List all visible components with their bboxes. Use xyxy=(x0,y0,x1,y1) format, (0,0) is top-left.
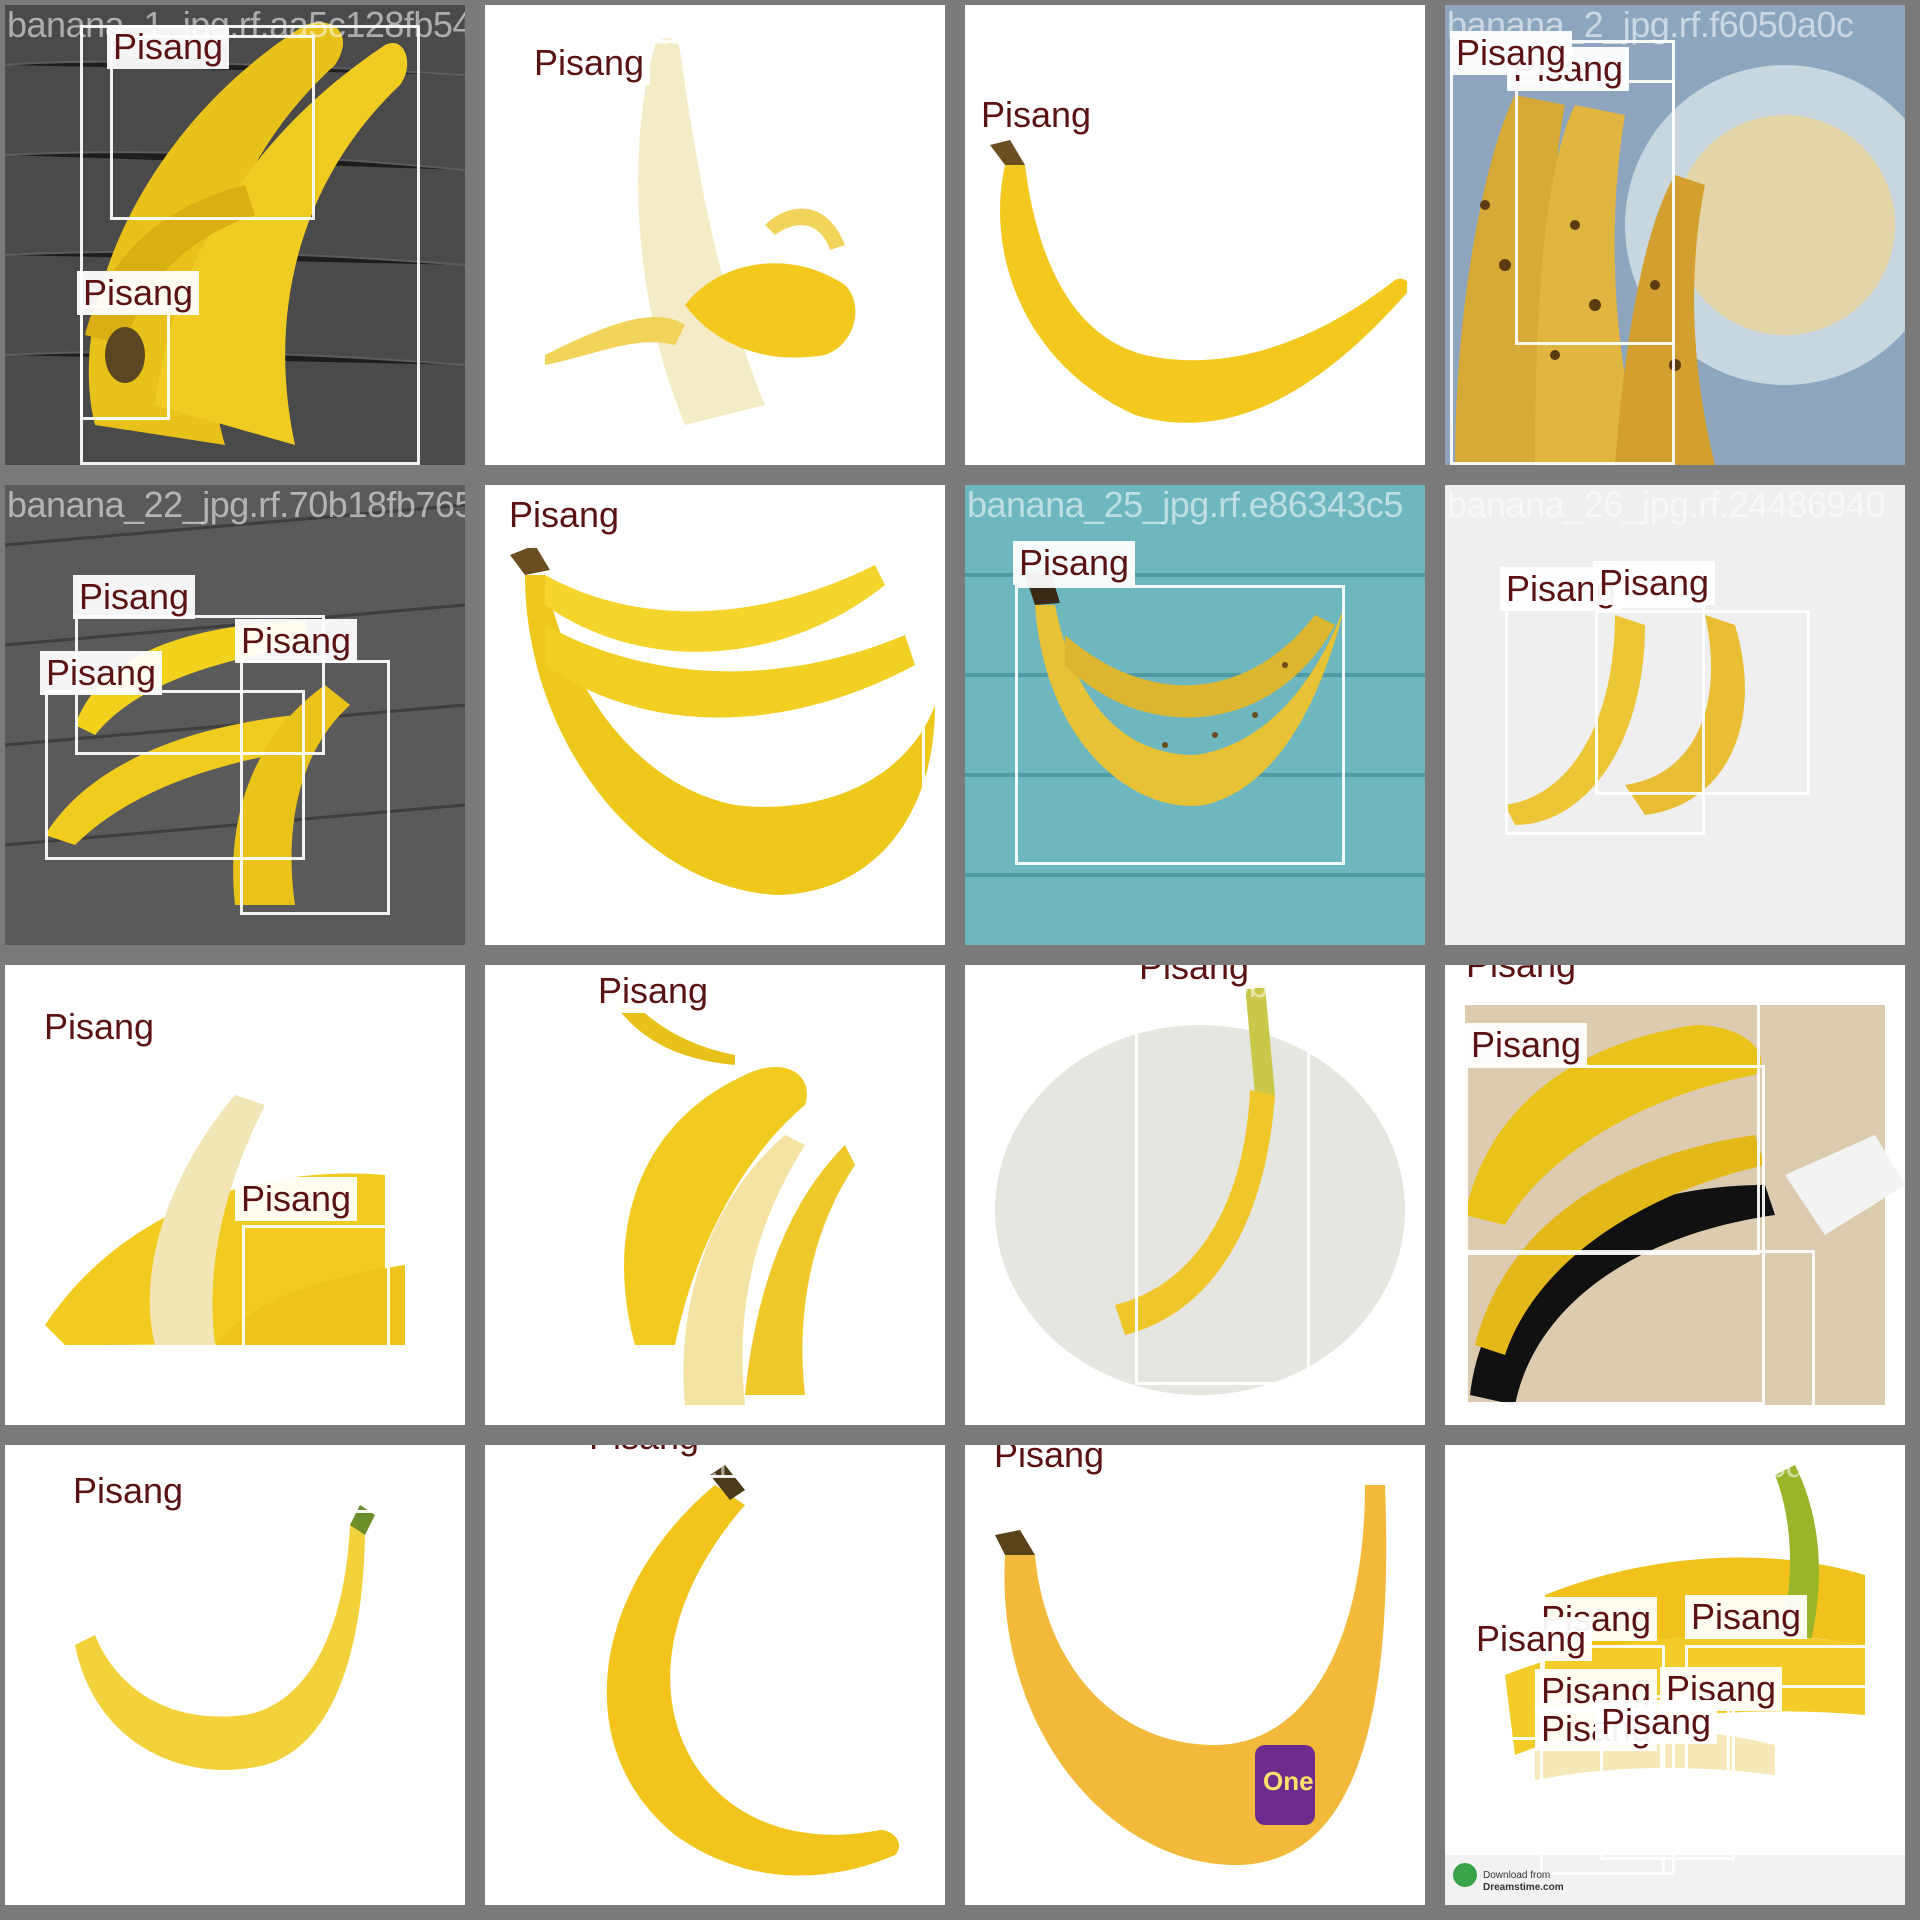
class-label: Pisang xyxy=(38,1005,161,1049)
class-label: Pisang xyxy=(1685,1595,1808,1639)
detection-box xyxy=(1465,1250,1815,1415)
class-label: Pisang xyxy=(592,969,715,1013)
image-filename: banana_1_jpg.rf.a2b389059131ca07ea917713… xyxy=(487,5,945,45)
tile-2: banana_1_jpg.rf.a2b389059131ca07ea917713… xyxy=(485,5,945,465)
detection-box xyxy=(242,1225,465,1415)
class-label: Pisang xyxy=(40,651,163,695)
class-label: Pisang xyxy=(503,493,626,537)
class-label: Pisang xyxy=(107,25,230,69)
class-label: Pisang xyxy=(1593,561,1716,605)
tile-8: banana_26_jpg.rf.24486940 Pisang Pisang xyxy=(1445,485,1905,945)
detection-box xyxy=(980,135,1410,430)
tile-13: banana_39_jpg.rf.d36b292 Pisang xyxy=(5,1445,465,1905)
class-label: Pisang xyxy=(73,575,196,619)
image-filename: banana_5_jpg.rf.200cd079 xyxy=(1447,1445,1864,1485)
image-filename: banana_28_jpg.rf.fabee9f302 xyxy=(487,965,944,1005)
download-line-1: Download from xyxy=(1483,1870,1551,1881)
class-label: Pisang xyxy=(1595,1700,1718,1744)
class-label: Pisang xyxy=(77,271,200,315)
class-label: Pisang xyxy=(235,619,358,663)
tile-9: banana_27_jpg.rf.547cab16 Pisang Pisang xyxy=(5,965,465,1425)
class-label: Pisang xyxy=(1133,965,1256,989)
class-label: Pisang xyxy=(1460,965,1583,987)
tile-6: banana_23_jpg.rf.99977647a Pisang xyxy=(485,485,945,945)
tile-16: banana_5_jpg.rf.200cd079 Pisang Pisang P… xyxy=(1445,1445,1905,1905)
image-filename: banana_22_jpg.rf.70b18fb765 xyxy=(7,485,465,525)
tile-1: banana_1_jpg.rf.aa5c128fb54b712eb3890591… xyxy=(5,5,465,465)
detection-box xyxy=(240,660,390,915)
image-filename: banana_26_jpg.rf.24486940 xyxy=(1447,485,1885,525)
class-label: Pisang xyxy=(1465,1023,1588,1067)
tile-3: banana_18_jpg.rf.ef045967c9f1ef14a4bbe05… xyxy=(965,5,1425,465)
detection-box xyxy=(1515,80,1675,345)
image-filename: banana_25_jpg.rf.e86343c5 xyxy=(967,485,1403,525)
tile-10: banana_28_jpg.rf.fabee9f302 Pisang xyxy=(485,965,945,1425)
detection-box xyxy=(590,1475,910,1895)
tile-5: banana_22_jpg.rf.70b18fb765 Pisang Pisan… xyxy=(5,485,465,945)
tile-11: banana_3_jpg.rf.5b9386cc Pisang xyxy=(965,965,1425,1425)
class-label: Pisang xyxy=(235,1177,358,1221)
detection-box xyxy=(80,305,170,420)
class-label: Pisang xyxy=(988,1445,1111,1477)
detection-box xyxy=(505,545,925,915)
tile-12: banana_30_jpg.rf.8c552bbd Pisang Pisang xyxy=(1445,965,1905,1425)
download-line-2: Dreamstime.com xyxy=(1483,1882,1564,1893)
detection-box xyxy=(70,1510,390,1795)
tile-7: banana_25_jpg.rf.e86343c5 Pisang xyxy=(965,485,1425,945)
image-filename: banana_18_jpg.rf.ef045967c9f1ef14a4bbe05… xyxy=(967,5,1425,45)
tile-4: banana_2_jpg.rf.f6050a0c Pisang Pisang xyxy=(1445,5,1905,465)
tile-15: One banana_41_jpg.rf.12130b17 Pisang xyxy=(965,1445,1425,1905)
class-label: Pisang xyxy=(1013,541,1136,585)
tile-14: banana_4_jpg.rf.eec30be Pisang xyxy=(485,1445,945,1905)
class-label: Pisang xyxy=(528,41,651,85)
download-credit: Download from Dreamstime.com xyxy=(1483,1870,1564,1894)
detection-mosaic: banana_1_jpg.rf.aa5c128fb54b712eb3890591… xyxy=(0,0,1920,1920)
class-label: Pisang xyxy=(583,1445,706,1459)
detection-box xyxy=(1135,985,1310,1385)
detection-box xyxy=(1595,610,1810,795)
image-filename: banana_27_jpg.rf.547cab16 xyxy=(7,965,443,1005)
detection-box xyxy=(595,1005,925,1415)
class-label: Pisang xyxy=(67,1469,190,1513)
detection-box xyxy=(530,40,900,445)
class-label: Pisang xyxy=(1450,31,1573,75)
detection-box xyxy=(1015,585,1345,865)
class-label: Pisang xyxy=(1470,1617,1593,1661)
detection-box xyxy=(990,1470,1405,1885)
class-label: Pisang xyxy=(975,93,1098,137)
